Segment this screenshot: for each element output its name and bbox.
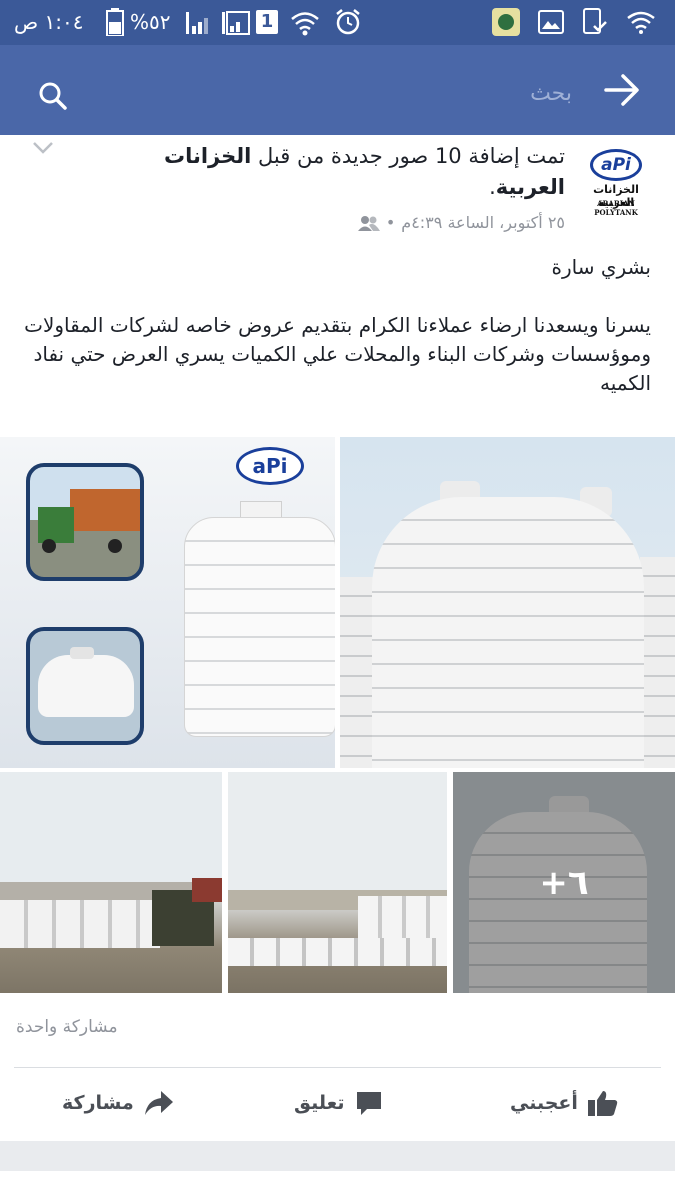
photo-product-collage[interactable]: aPi <box>0 437 335 768</box>
divider <box>14 1067 661 1068</box>
comment-button[interactable]: تعليق <box>294 1083 383 1123</box>
post-text-body: يسرنا ويسعدنا ارضاء عملاءنا الكرام بتقدي… <box>24 313 651 395</box>
vertical-tank <box>184 501 335 737</box>
search-placeholder: بحث <box>530 81 572 106</box>
share-arrow-icon <box>144 1091 173 1115</box>
post-meta: ٢٥ أكتوبر، الساعة ٤:٣٩م • <box>357 213 565 232</box>
alarm-icon <box>336 9 360 35</box>
truck-thumbnail <box>26 463 144 581</box>
photo-large-tank[interactable] <box>340 437 675 768</box>
photo-warehouse-1[interactable] <box>0 772 222 993</box>
more-photos-overlay[interactable]: +٦ <box>453 772 675 993</box>
post-text-title: بشري سارة <box>551 255 651 279</box>
more-photos-count: +٦ <box>539 862 589 903</box>
top-navbar: بحث <box>0 45 675 135</box>
like-button[interactable]: أعجبني <box>510 1083 618 1123</box>
sim-badge: 1 <box>256 10 278 34</box>
next-post-card <box>0 1171 675 1200</box>
status-time: ١:٠٤ ص <box>14 10 84 34</box>
wifi-icon <box>291 12 319 36</box>
shares-count[interactable]: مشاركة واحدة <box>16 1017 118 1037</box>
arrow-right-icon[interactable] <box>604 73 640 107</box>
logo-english: ARABIAN POLYTANK <box>594 199 638 217</box>
post-text: بشري سارة يسرنا ويسعدنا ارضاء عملاءنا ال… <box>16 253 651 398</box>
horizontal-tank-thumbnail <box>26 627 144 745</box>
meta-separator: • <box>385 213 396 232</box>
wifi-icon-2 <box>627 11 655 34</box>
like-label: أعجبني <box>510 1092 578 1114</box>
search-input[interactable]: بحث <box>12 51 594 123</box>
post-timestamp[interactable]: ٢٥ أكتوبر، الساعة ٤:٣٩م <box>401 213 565 232</box>
page-logo[interactable]: aPi الخزانات العربية ARABIAN POLYTANK <box>578 145 654 217</box>
comment-icon <box>356 1092 381 1115</box>
post-card: aPi الخزانات العربية ARABIAN POLYTANK تم… <box>0 135 675 1141</box>
share-button[interactable]: مشاركة <box>62 1083 174 1123</box>
headline-suffix: . <box>489 175 496 199</box>
photo-warehouse-2[interactable] <box>228 772 447 993</box>
battery-icon <box>106 8 124 36</box>
friends-icon <box>357 215 380 231</box>
chevron-down-icon[interactable] <box>32 141 54 155</box>
battery-percent: %٥٢ <box>130 10 171 34</box>
gallery-icon <box>538 10 564 34</box>
app-notification-icon <box>492 8 520 36</box>
post-headline: تمت إضافة 10 صور جديدة من قبل الخزانات ا… <box>125 141 565 203</box>
logo-mark: aPi <box>590 149 642 181</box>
search-icon[interactable] <box>38 81 68 111</box>
share-label: مشاركة <box>62 1092 134 1114</box>
device-check-icon <box>583 8 607 34</box>
photo-badge: aPi <box>236 447 304 485</box>
thumbs-up-icon <box>587 1091 618 1116</box>
signal-icon <box>186 12 208 34</box>
signal-icon-2 <box>222 11 250 35</box>
status-bar: ١:٠٤ ص %٥٢ 1 <box>0 0 675 45</box>
comment-label: تعليق <box>294 1092 345 1114</box>
headline-prefix: تمت إضافة 10 صور جديدة من قبل <box>258 144 565 168</box>
